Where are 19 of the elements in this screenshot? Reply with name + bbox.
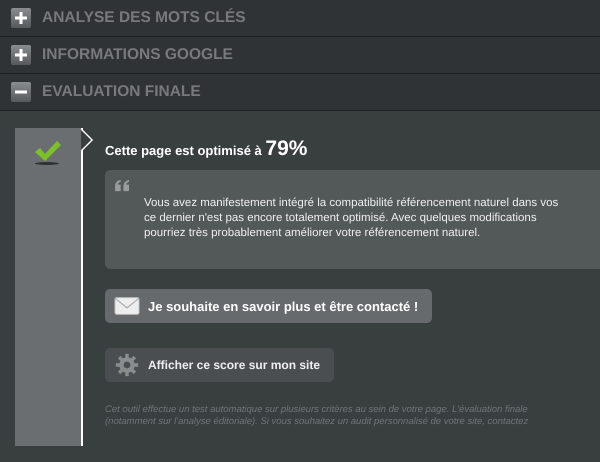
section-title: EVALUATION FINALE bbox=[42, 83, 201, 101]
plus-icon[interactable] bbox=[11, 8, 31, 28]
section-header[interactable]: ANALYSE DES MOTS CLÉS bbox=[0, 0, 600, 37]
contact-button[interactable]: Je souhaite en savoir plus et être contacté ! bbox=[105, 289, 432, 323]
section-header[interactable]: EVALUATION FINALE bbox=[0, 74, 600, 111]
show-score-button[interactable]: Afficher ce score sur mon site bbox=[105, 348, 334, 382]
quote-text-line: pourriez très probablement améliorer votre référencement naturel. bbox=[144, 226, 482, 241]
section-title: ANALYSE DES MOTS CLÉS bbox=[42, 9, 246, 27]
quote-text-line: Vous avez manifestement intégré la compatibilité référencement naturel dans vos bbox=[144, 196, 560, 211]
checkmark-icon bbox=[33, 140, 63, 166]
envelope-icon bbox=[114, 294, 140, 318]
minus-icon[interactable] bbox=[11, 82, 31, 102]
quote-text-line: ce dernier n'est pas encore totalement optimisé. Avec quelques modifications bbox=[144, 211, 538, 226]
section-title: INFORMATIONS GOOGLE bbox=[42, 46, 233, 64]
section-header[interactable]: INFORMATIONS GOOGLE bbox=[0, 37, 600, 74]
gear-icon bbox=[114, 353, 140, 377]
score-headline: Cette page est optimisé à 79% bbox=[105, 137, 308, 161]
plus-icon[interactable] bbox=[11, 45, 31, 65]
quote-icon bbox=[114, 180, 131, 193]
